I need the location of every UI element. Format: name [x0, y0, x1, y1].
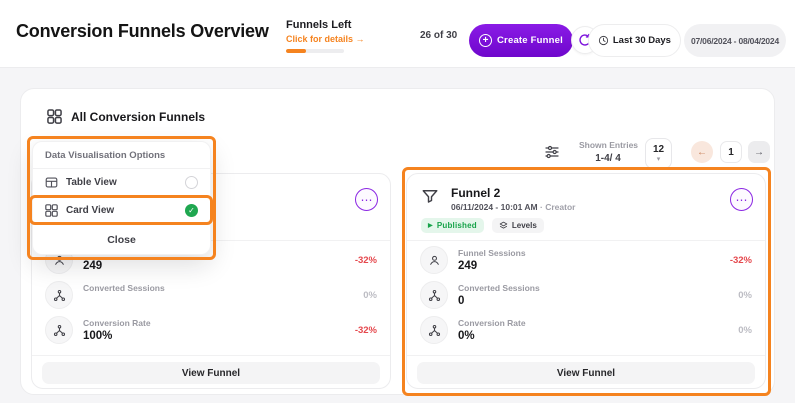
metric-value: 249 — [83, 260, 102, 272]
published-label: Published — [437, 221, 477, 230]
popup-close-button[interactable]: Close — [33, 225, 210, 255]
view-funnel-button[interactable]: View Funnel — [42, 362, 380, 384]
ellipsis-icon: ⋯ — [361, 194, 373, 206]
funnel-card-funnel-2: Funnel 2 06/11/2024 - 10:01 AM · Creator… — [406, 173, 766, 389]
grid-icon — [45, 204, 58, 217]
network-icon — [420, 316, 448, 344]
panel-header: All Conversion Funnels — [47, 109, 205, 124]
divider — [407, 240, 765, 241]
arrow-left-icon: ← — [697, 147, 707, 158]
pagination-prev-button[interactable]: ← — [691, 141, 713, 163]
levels-badge[interactable]: Levels — [492, 218, 544, 233]
grid-icon — [47, 109, 62, 124]
metric-change-badge: 0% — [363, 290, 377, 301]
play-icon: ▶ — [428, 223, 433, 229]
funnels-left-progress-fill — [286, 49, 306, 53]
metric-value: 0% — [458, 330, 526, 342]
metric-value: 0 — [458, 295, 540, 307]
metric-row-conversion-rate: Conversion Rate 100% -32% — [45, 314, 377, 346]
filter-sliders-icon[interactable] — [543, 144, 563, 162]
pagination-next-button[interactable]: → — [748, 141, 770, 163]
metric-change-badge: 0% — [738, 290, 752, 301]
date-range-control: Last 30 Days 07/06/2024 - 08/04/2024 — [588, 24, 786, 57]
shown-entries-label: Shown Entries — [579, 140, 637, 150]
create-funnel-label: Create Funnel — [497, 35, 563, 46]
arrow-right-icon: → — [754, 147, 764, 158]
period-label: Last 30 Days — [613, 35, 671, 46]
person-icon — [420, 246, 448, 274]
funnel-creator: · Creator — [540, 202, 575, 212]
metric-label: Conversion Rate — [83, 318, 151, 328]
funnel-badges: ▶ Published Levels — [421, 218, 544, 233]
panel-title: All Conversion Funnels — [71, 110, 205, 124]
view-funnel-button[interactable]: View Funnel — [417, 362, 755, 384]
table-view-option[interactable]: Table View — [33, 169, 210, 197]
funnels-left-label: Funnels Left — [286, 19, 436, 31]
published-badge[interactable]: ▶ Published — [421, 218, 484, 233]
divider — [32, 355, 390, 356]
network-icon — [45, 316, 73, 344]
shown-entries-value: 1-4/ 4 — [579, 153, 637, 164]
metric-change-badge: -32% — [355, 325, 377, 336]
metric-row-converted-sessions: Converted Sessions 0 0% — [420, 279, 752, 311]
ellipsis-icon: ⋯ — [736, 194, 748, 206]
shown-entries: Shown Entries 1-4/ 4 — [579, 140, 637, 164]
network-icon — [45, 281, 73, 309]
funnels-left-details-link[interactable]: Click for details → — [286, 34, 436, 44]
metric-row-funnel-sessions: Funnel Sessions 249 -32% — [420, 244, 752, 276]
pagination-page-1[interactable]: 1 — [720, 141, 742, 163]
divider — [407, 355, 765, 356]
funnel-created-datetime: 06/11/2024 - 10:01 AM — [451, 202, 538, 212]
network-icon — [420, 281, 448, 309]
table-icon — [45, 176, 58, 189]
card-menu-button[interactable]: ⋯ — [730, 188, 753, 211]
funnel-card-title: Funnel 2 — [451, 186, 500, 200]
metric-change-badge: 0% — [738, 325, 752, 336]
page-size-value: 12 — [653, 145, 664, 155]
card-view-label: Card View — [66, 205, 114, 216]
metric-value: 249 — [458, 260, 526, 272]
page-title: Conversion Funnels Overview — [16, 21, 269, 42]
card-view-option[interactable]: Card View ✓ — [33, 197, 210, 225]
metric-row-converted-sessions: Converted Sessions 0% — [45, 279, 377, 311]
funnels-left-count: 26 of 30 — [420, 30, 457, 41]
funnels-left-progressbar — [286, 49, 344, 53]
page-size-select[interactable]: 12 ▾ — [645, 138, 672, 169]
metric-label: Converted Sessions — [458, 283, 540, 293]
popup-title: Data Visualisation Options — [33, 142, 210, 169]
check-selected-icon[interactable]: ✓ — [185, 204, 198, 217]
plus-icon: + — [479, 34, 492, 47]
metric-value — [83, 295, 165, 307]
date-range-value[interactable]: 07/06/2024 - 08/04/2024 — [684, 24, 786, 57]
metric-label: Conversion Rate — [458, 318, 526, 328]
funnel-card-meta: 06/11/2024 - 10:01 AM · Creator — [451, 202, 575, 212]
chevron-down-icon: ▾ — [657, 156, 661, 163]
funnels-left-widget: Funnels Left Click for details → — [286, 19, 436, 53]
table-view-label: Table View — [66, 177, 117, 188]
layers-icon — [499, 221, 508, 230]
metric-change-badge: -32% — [730, 255, 752, 266]
metric-value: 100% — [83, 330, 151, 342]
create-funnel-button[interactable]: + Create Funnel — [469, 24, 573, 57]
card-menu-button[interactable]: ⋯ — [355, 188, 378, 211]
metric-label: Funnel Sessions — [458, 248, 526, 258]
levels-label: Levels — [512, 221, 537, 230]
metric-label: Converted Sessions — [83, 283, 165, 293]
top-bar: Conversion Funnels Overview Funnels Left… — [0, 0, 795, 68]
metric-row-conversion-rate: Conversion Rate 0% 0% — [420, 314, 752, 346]
clock-icon — [598, 35, 609, 46]
metric-change-badge: -32% — [355, 255, 377, 266]
period-selector[interactable]: Last 30 Days — [588, 24, 681, 57]
funnel-icon — [421, 187, 441, 207]
radio-unselected-icon[interactable] — [185, 176, 198, 189]
data-visualisation-popup: Data Visualisation Options Table View Ca… — [32, 141, 211, 255]
conversion-funnels-app: Conversion Funnels Overview Funnels Left… — [0, 0, 795, 403]
